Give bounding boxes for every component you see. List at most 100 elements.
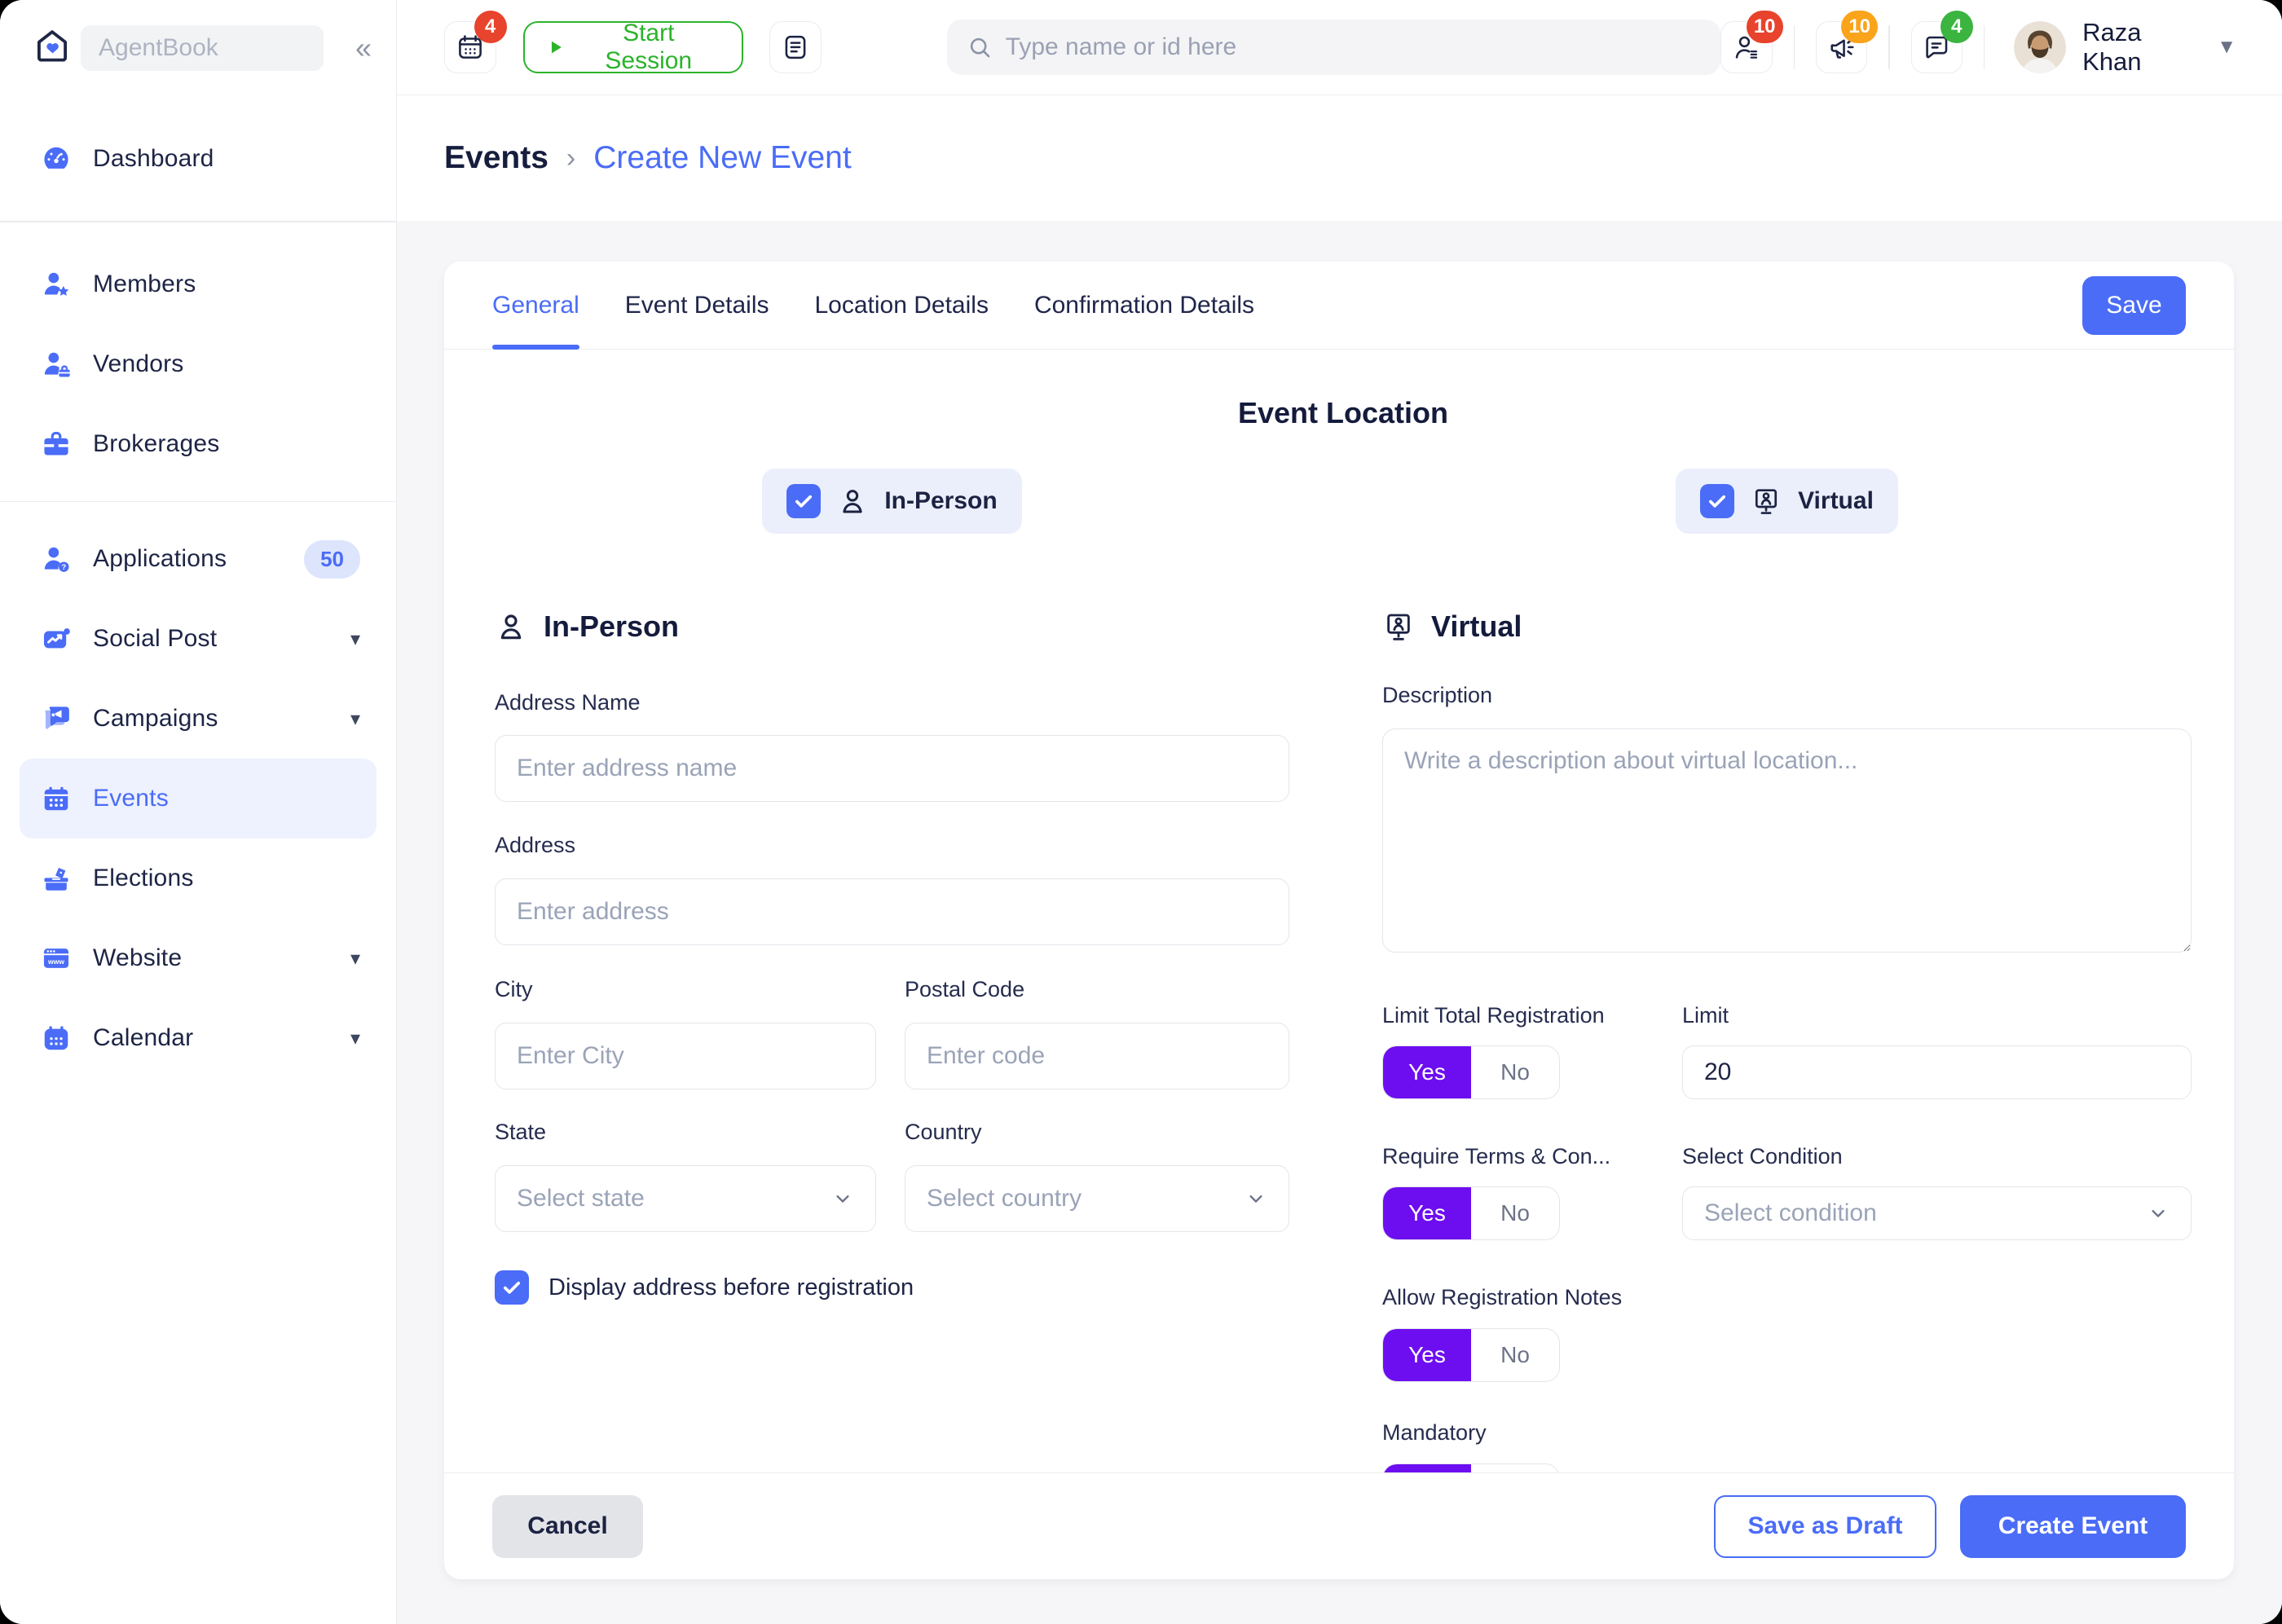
events-icon: [41, 783, 72, 814]
divider: [1984, 25, 1985, 69]
announcements-button[interactable]: 10: [1816, 21, 1867, 73]
svg-text:www: www: [47, 957, 64, 966]
cancel-button[interactable]: Cancel: [492, 1495, 643, 1558]
sidebar-item-label: Calendar: [93, 1024, 193, 1052]
applications-icon: ?: [41, 544, 72, 574]
sidebar-item-label: Applications: [93, 545, 227, 573]
address-input[interactable]: [495, 878, 1289, 945]
checkbox-checked-icon[interactable]: [495, 1270, 529, 1305]
sidebar-item-label: Vendors: [93, 350, 183, 378]
toggle-no[interactable]: No: [1471, 1046, 1559, 1098]
create-event-button[interactable]: Create Event: [1960, 1495, 2186, 1558]
app-window: AgentBook « Dashboard Members: [0, 0, 2282, 1624]
social-post-icon: [41, 623, 72, 654]
sidebar-divider: [0, 501, 396, 503]
form-footer: Cancel Save as Draft Create Event: [444, 1472, 2234, 1579]
sidebar-item-dashboard[interactable]: Dashboard: [0, 119, 396, 199]
description-textarea[interactable]: [1382, 728, 2192, 953]
notes-toggle-label: Allow Registration Notes: [1382, 1285, 2192, 1310]
address-name-label: Address Name: [495, 690, 1289, 715]
sidebar-item-campaigns[interactable]: Campaigns ▾: [0, 679, 396, 759]
tab-confirmation-details[interactable]: Confirmation Details: [1034, 262, 1254, 349]
form-body: Event Location In-Person: [444, 350, 2234, 1472]
checkbox-checked-icon[interactable]: [1700, 484, 1734, 518]
description-label: Description: [1382, 683, 2192, 708]
mandatory-label: Mandatory: [1382, 1420, 2192, 1446]
virtual-screen-icon: [1751, 486, 1782, 517]
chevron-down-icon: [831, 1187, 854, 1210]
event-form-card: General Event Details Location Details C…: [444, 262, 2234, 1579]
city-input[interactable]: [495, 1023, 876, 1089]
sidebar-item-website[interactable]: www Website ▾: [0, 918, 396, 998]
sidebar-item-elections[interactable]: Elections: [0, 838, 396, 918]
search-input[interactable]: [1006, 33, 1702, 61]
sidebar-item-members[interactable]: Members: [0, 244, 396, 324]
limit-toggle-label: Limit Total Registration: [1382, 1003, 1682, 1028]
tab-location-details[interactable]: Location Details: [814, 262, 988, 349]
sidebar-collapse-icon[interactable]: «: [355, 33, 372, 63]
sidebar-item-applications[interactable]: ? Applications 50: [0, 519, 396, 599]
topbar: 4 Start Session 10: [397, 0, 2282, 95]
main-area: 4 Start Session 10: [397, 0, 2282, 1624]
brokerages-icon: [41, 429, 72, 460]
condition-select[interactable]: Select condition: [1682, 1186, 2192, 1240]
toggle-yes[interactable]: Yes: [1383, 1187, 1471, 1239]
toggle-yes[interactable]: Yes: [1383, 1046, 1471, 1098]
chevron-down-icon: ▾: [350, 707, 360, 731]
breadcrumb-current: Create New Event: [593, 140, 851, 176]
breadcrumb-separator: ›: [566, 143, 575, 174]
elections-icon: [41, 863, 72, 894]
sidebar-item-label: Events: [93, 785, 169, 812]
chevron-down-icon: [1245, 1187, 1267, 1210]
sidebar-item-vendors[interactable]: Vendors: [0, 324, 396, 404]
page-content: General Event Details Location Details C…: [397, 221, 2282, 1624]
notes-button[interactable]: [769, 21, 822, 73]
user-menu-caret-icon[interactable]: ▼: [2217, 36, 2236, 59]
messages-button[interactable]: 4: [1911, 21, 1963, 73]
sidebar-item-social-post[interactable]: Social Post ▾: [0, 599, 396, 679]
announcements-badge: 10: [1841, 11, 1878, 43]
tab-event-details[interactable]: Event Details: [625, 262, 769, 349]
toggle-no[interactable]: No: [1471, 1187, 1559, 1239]
registration-notes-toggle[interactable]: Yes No: [1382, 1328, 1560, 1382]
toggle-no[interactable]: No: [1471, 1329, 1559, 1381]
app-logo-icon: [33, 26, 71, 69]
start-session-button[interactable]: Start Session: [523, 21, 744, 73]
require-terms-toggle[interactable]: Yes No: [1382, 1186, 1560, 1240]
sidebar-item-events[interactable]: Events: [20, 759, 377, 838]
mandatory-toggle[interactable]: Yes No: [1382, 1463, 1560, 1472]
save-button[interactable]: Save: [2082, 276, 2186, 335]
address-name-input[interactable]: [495, 735, 1289, 802]
save-as-draft-button[interactable]: Save as Draft: [1714, 1495, 1936, 1558]
in-person-checkbox-pill[interactable]: In-Person: [762, 469, 1021, 534]
virtual-checkbox-pill[interactable]: Virtual: [1676, 469, 1898, 534]
sidebar-item-brokerages[interactable]: Brokerages: [0, 404, 396, 484]
tab-general[interactable]: General: [492, 262, 579, 349]
person-icon: [495, 610, 527, 643]
sidebar-item-label: Members: [93, 271, 196, 298]
divider: [1794, 25, 1795, 69]
limit-input[interactable]: [1682, 1045, 2192, 1099]
limit-registration-toggle[interactable]: Yes No: [1382, 1045, 1560, 1099]
sidebar-header: AgentBook «: [0, 0, 396, 95]
toggle-yes[interactable]: Yes: [1383, 1329, 1471, 1381]
postal-code-input[interactable]: [905, 1023, 1289, 1089]
breadcrumb-events[interactable]: Events: [444, 140, 548, 176]
toggle-yes[interactable]: Yes: [1383, 1464, 1471, 1472]
chevron-down-icon: ▾: [350, 947, 360, 970]
user-name[interactable]: Raza Khan: [2082, 18, 2205, 77]
state-select[interactable]: Select state: [495, 1165, 876, 1232]
toggle-no[interactable]: No: [1471, 1464, 1559, 1472]
sidebar-item-calendar[interactable]: Calendar ▾: [0, 998, 396, 1078]
user-avatar[interactable]: [2014, 21, 2066, 73]
limit-label: Limit: [1682, 1003, 2192, 1028]
calendar-icon: [41, 1023, 72, 1054]
contacts-button[interactable]: 10: [1720, 21, 1772, 73]
play-icon: [546, 37, 566, 57]
checkbox-checked-icon[interactable]: [786, 484, 821, 518]
calendar-button[interactable]: 4: [444, 21, 496, 73]
display-address-label: Display address before registration: [548, 1274, 914, 1301]
divider: [1888, 25, 1889, 69]
vendors-icon: [41, 349, 72, 380]
country-select[interactable]: Select country: [905, 1165, 1289, 1232]
